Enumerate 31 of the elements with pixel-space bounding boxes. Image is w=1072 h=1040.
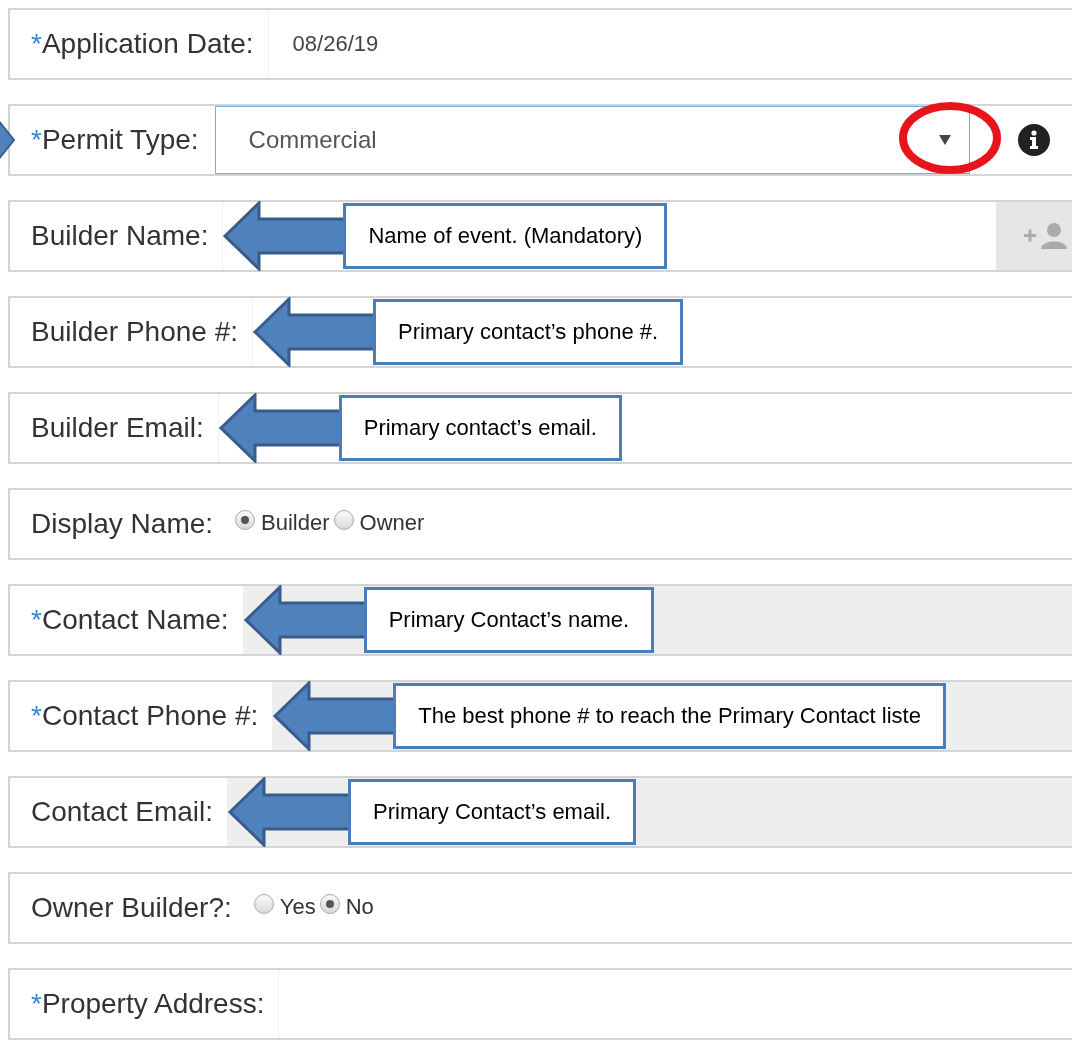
option-label: No [345,894,374,920]
required-mark: * [31,988,42,1020]
field-label: Builder Email: [31,412,204,444]
radio-option[interactable]: No [319,894,374,920]
radio-option[interactable]: Builder [235,510,330,536]
callout-box: The best phone # to reach the Primary Contact liste [393,683,946,749]
required-mark: * [31,124,42,156]
field-label: Contact Phone #: [41,700,259,732]
field-label: Permit Type: [41,124,199,156]
callout-box: Primary Contact’s name. [363,587,655,653]
field-label: Application Date: [41,28,254,60]
required-mark: * [31,700,42,732]
field-label: Builder Phone #: [31,316,239,348]
callout-box: Primary contact’s email. [338,395,622,461]
field-label: Owner Builder?: [31,892,232,924]
option-label: Yes [279,894,316,920]
field-label: Contact Email: [31,796,214,828]
option-label: Owner [359,510,425,536]
field-label: Builder Name: [31,220,209,252]
option-label: Builder [261,510,330,536]
required-mark: * [31,604,42,636]
field-label: Display Name: [31,508,214,540]
required-mark: * [31,28,42,60]
select-field[interactable]: Commercial [214,106,970,174]
callout-box: Primary contact’s phone #. [373,299,684,365]
radio-option[interactable]: Owner [333,510,425,536]
callout-box: Primary Contact’s email. [348,779,637,845]
radio-option[interactable]: Yes [253,894,316,920]
callout-box: Name of event. (Mandatory) [343,203,668,269]
field-label: Contact Name: [41,604,229,636]
field-label: Property Address: [41,988,265,1020]
